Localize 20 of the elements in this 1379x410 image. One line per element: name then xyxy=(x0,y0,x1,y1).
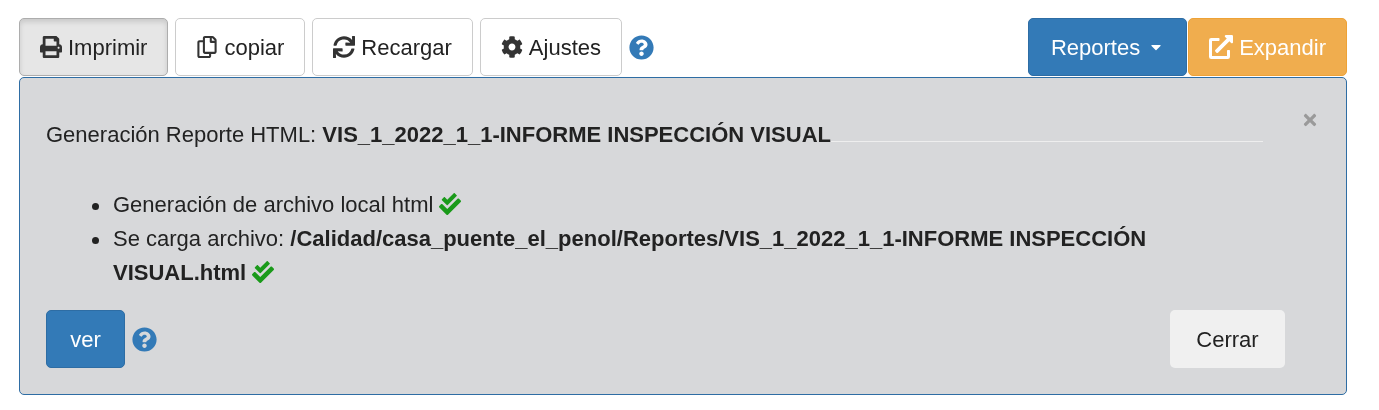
close-button[interactable]: Cerrar xyxy=(1170,310,1285,368)
printer-icon xyxy=(40,36,62,58)
copy-icon xyxy=(196,36,219,58)
external-link-icon xyxy=(1209,35,1234,59)
help-icon[interactable] xyxy=(132,327,157,352)
report-title: Generación Reporte HTML: VIS_1_2022_1_1-INFORME INSPECCIÓN VISUAL xyxy=(46,121,831,149)
reports-dropdown-button[interactable]: Reportes xyxy=(1027,18,1188,76)
toolbar-button[interactable]: copiar xyxy=(175,18,306,76)
close-icon[interactable] xyxy=(1301,111,1319,129)
bullet-icon xyxy=(92,237,99,244)
reload-icon xyxy=(333,36,356,58)
view-button[interactable]: ver xyxy=(46,310,125,368)
status-line: Se carga archivo: /Calidad/casa_puente_el_penol/Reportes/VIS_1_2022_1_1-INFORME INSPECCIÓN VISUAL.html xyxy=(113,225,1148,287)
help-icon[interactable] xyxy=(629,34,654,60)
toolbar-button[interactable]: Ajustes xyxy=(479,18,622,76)
settings-icon xyxy=(500,36,523,58)
bullet-icon xyxy=(92,203,99,210)
toolbar-button[interactable]: Recargar xyxy=(312,18,473,76)
status-line: Generación de archivo local html xyxy=(113,188,462,222)
toolbar-button[interactable]: Imprimir xyxy=(19,18,169,76)
